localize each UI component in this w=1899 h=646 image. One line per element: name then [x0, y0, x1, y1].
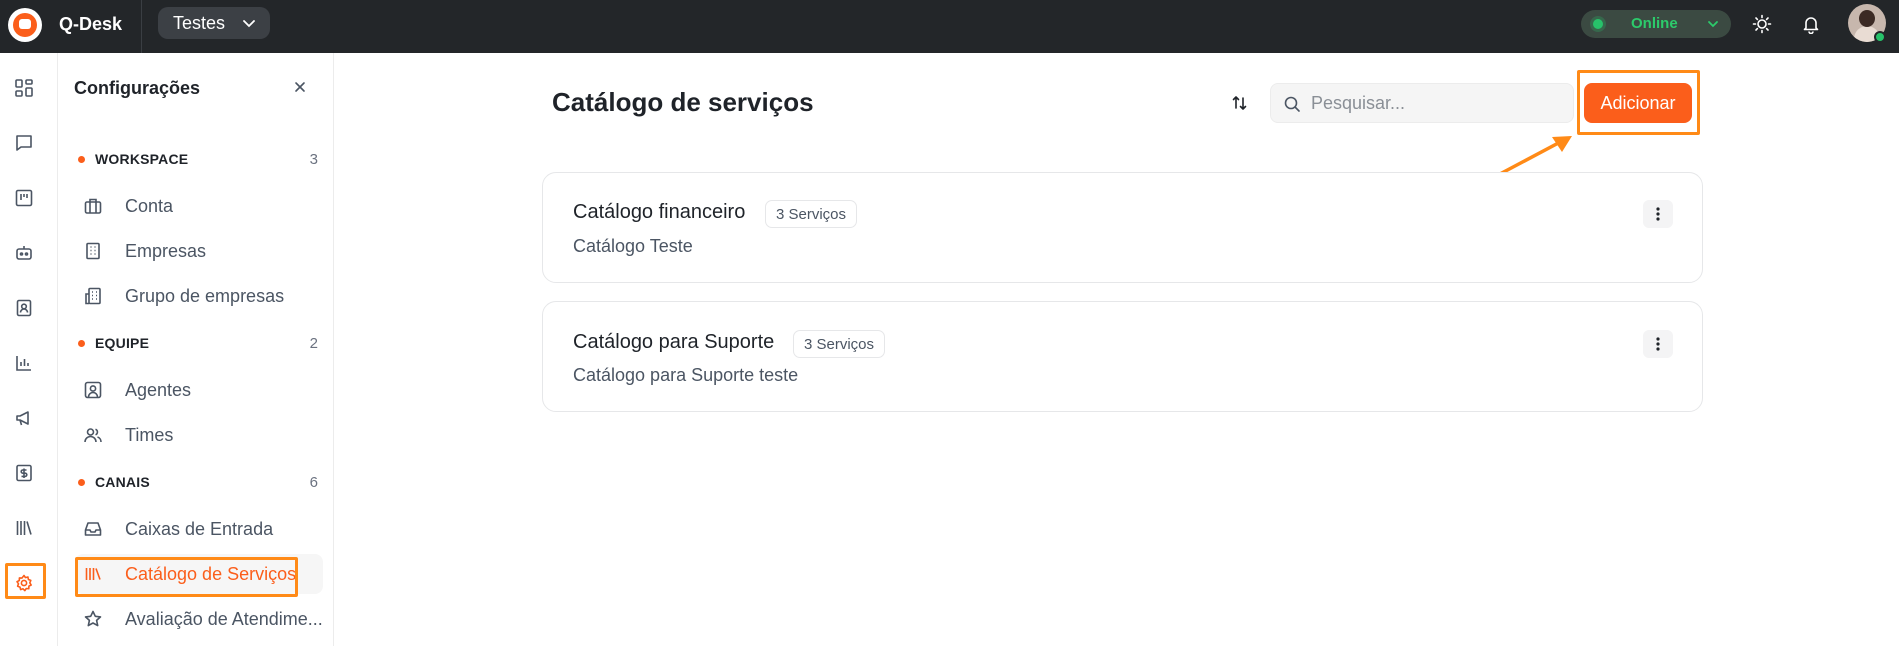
search-box[interactable] [1270, 83, 1574, 123]
sun-icon[interactable] [1750, 12, 1774, 36]
section-workspace: WORKSPACE 3 [78, 150, 318, 170]
kanban-icon[interactable] [13, 187, 35, 209]
section-count: 6 [309, 474, 318, 491]
status-label: Online [1631, 15, 1678, 32]
billing-icon[interactable] [13, 462, 35, 484]
more-options-icon[interactable] [1643, 330, 1673, 358]
catalog-description: Catálogo Teste [573, 236, 693, 256]
section-label: CANAIS [95, 474, 150, 490]
dashboard-icon[interactable] [13, 77, 35, 99]
section-equipe: EQUIPE 2 [78, 334, 318, 354]
highlight-box [75, 557, 298, 597]
highlight-box [1577, 70, 1700, 135]
catalog-name: Catálogo para Suporte [573, 331, 775, 353]
inbox-icon [83, 519, 103, 539]
online-dot-icon [1593, 19, 1603, 29]
workspace-name: Testes [173, 12, 226, 33]
icon-rail [0, 53, 58, 646]
avatar-online-dot-icon [1874, 31, 1886, 43]
search-input[interactable] [1311, 84, 1561, 122]
briefcase-icon [83, 196, 103, 216]
megaphone-icon[interactable] [13, 407, 35, 429]
catalog-card[interactable]: Catálogo para Suporte 3 Serviços Catálog… [542, 301, 1703, 412]
sidebar-item-label: Times [125, 425, 174, 445]
section-label: EQUIPE [95, 335, 150, 351]
section-label: WORKSPACE [95, 151, 189, 167]
sidebar-item-avaliacao[interactable]: Avaliação de Atendime... [75, 599, 323, 639]
section-bullet [78, 340, 85, 347]
section-bullet [78, 156, 85, 163]
sidebar-item-label: Caixas de Entrada [125, 519, 274, 539]
sidebar-item-grupo-de-empresas[interactable]: Grupo de empresas [75, 276, 323, 316]
section-bullet [78, 479, 85, 486]
qdesk-logo[interactable] [8, 8, 42, 42]
users-icon [83, 425, 103, 445]
brand-name: Q-Desk [59, 14, 123, 34]
top-bar: Q-Desk Testes Online [0, 0, 1899, 53]
sidebar-item-times[interactable]: Times [75, 415, 323, 455]
sort-icon[interactable] [1228, 91, 1252, 115]
workspace-switcher[interactable]: Testes [158, 7, 270, 39]
bot-icon[interactable] [13, 242, 35, 264]
sidebar-item-caixas-de-entrada[interactable]: Caixas de Entrada [75, 509, 323, 549]
services-count-badge: 3 Serviços [793, 330, 886, 358]
catalog-description: Catálogo para Suporte teste [573, 365, 799, 385]
status-selector[interactable]: Online [1581, 10, 1731, 38]
divider [141, 0, 142, 53]
buildings-icon [83, 286, 103, 306]
sidebar-item-label: Conta [125, 196, 174, 216]
catalog-name: Catálogo financeiro [573, 201, 746, 223]
page-title: Catálogo de serviços [552, 87, 814, 117]
bell-icon[interactable] [1799, 12, 1823, 36]
more-options-icon[interactable] [1643, 200, 1673, 228]
search-icon [1284, 96, 1300, 112]
highlight-box [5, 563, 46, 599]
section-canais: CANAIS 6 [78, 473, 318, 493]
sidebar-item-label: Avaliação de Atendime... [125, 609, 323, 629]
chat-icon[interactable] [13, 132, 35, 154]
close-icon[interactable] [290, 77, 310, 97]
user-square-icon [83, 380, 103, 400]
building-icon [83, 241, 103, 261]
sidebar-item-agentes[interactable]: Agentes [75, 370, 323, 410]
chevron-down-icon [1708, 21, 1718, 28]
sidebar-item-label: Grupo de empresas [125, 286, 285, 306]
services-count-badge: 3 Serviços [765, 200, 858, 228]
section-count: 3 [309, 151, 318, 168]
library-icon[interactable] [13, 517, 35, 539]
section-count: 2 [309, 335, 318, 352]
settings-title: Configurações [74, 78, 201, 98]
sidebar-item-label: Empresas [125, 241, 207, 261]
sidebar-item-empresas[interactable]: Empresas [75, 231, 323, 271]
contact-card-icon[interactable] [13, 297, 35, 319]
sidebar-item-conta[interactable]: Conta [75, 186, 323, 226]
reports-icon[interactable] [13, 352, 35, 374]
star-icon [83, 609, 103, 629]
chevron-down-icon [243, 20, 255, 28]
catalog-card[interactable]: Catálogo financeiro 3 Serviços Catálogo … [542, 172, 1703, 283]
sidebar-item-label: Agentes [125, 380, 192, 400]
app-root: Q-Desk Testes Online Configurações WORKS… [0, 0, 1899, 646]
